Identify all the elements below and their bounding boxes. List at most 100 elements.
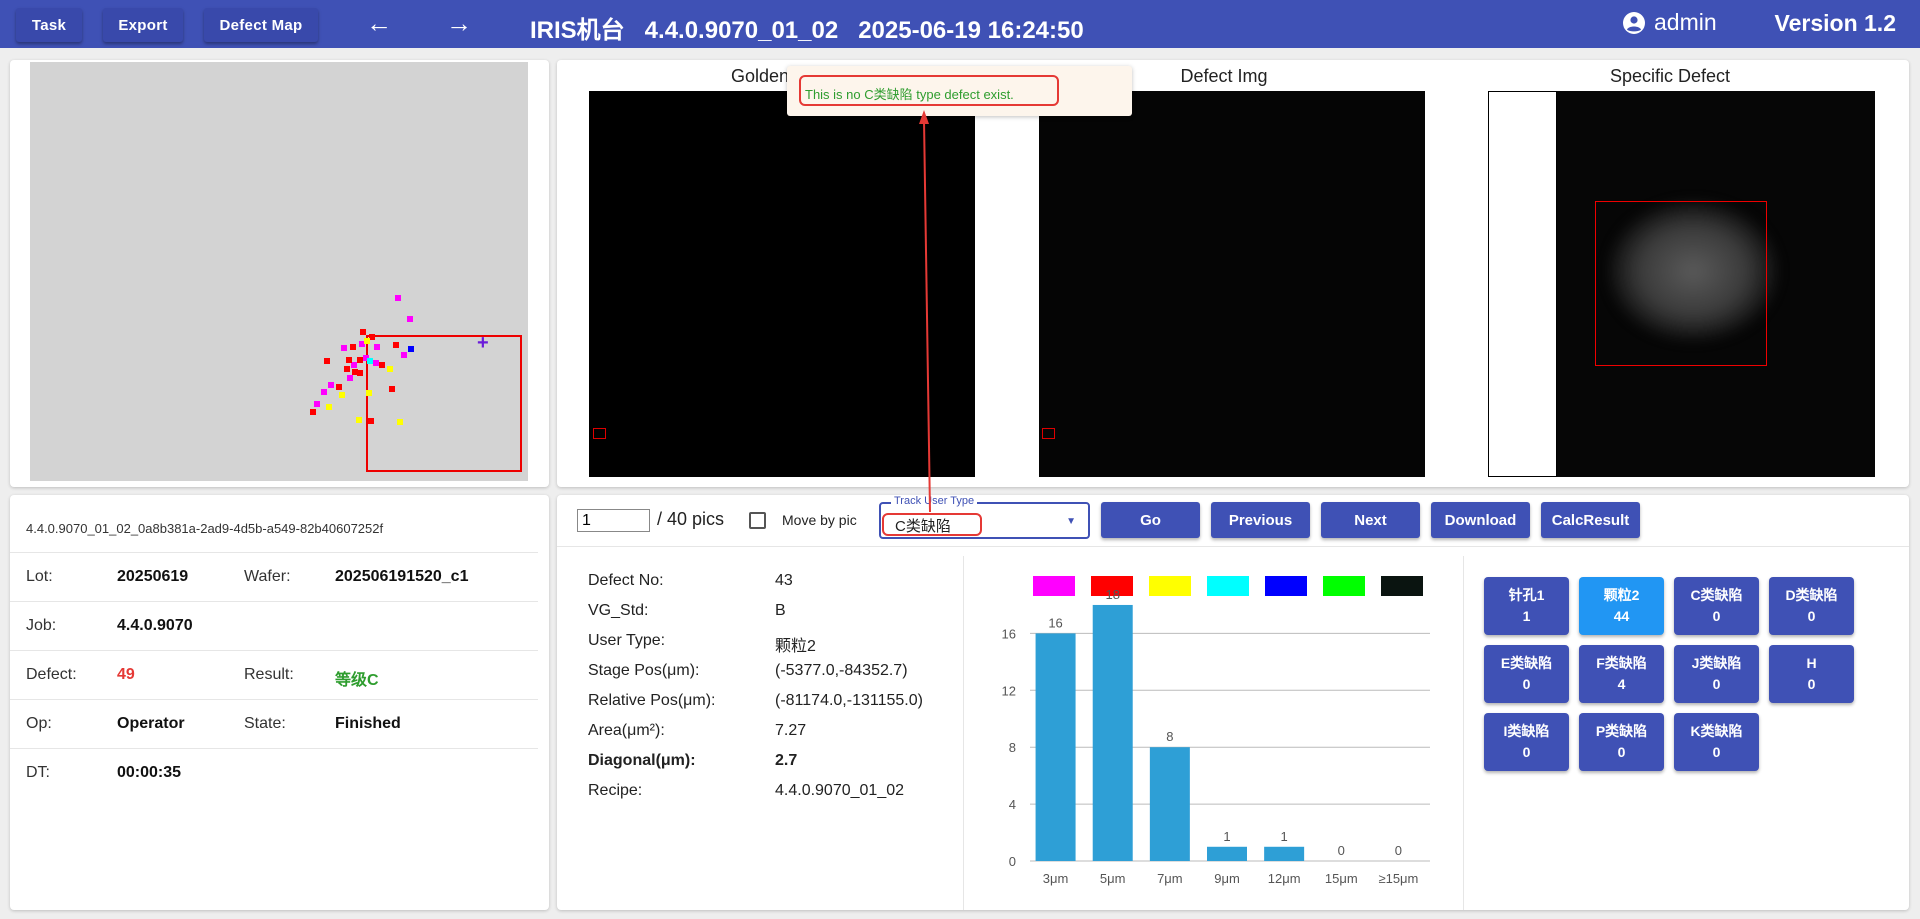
bar-value-label: 16: [1048, 615, 1062, 630]
y-tick-label: 12: [1002, 683, 1016, 698]
defect-type-button[interactable]: I类缺陷 0: [1484, 713, 1569, 771]
relative-pos-value: (-81174.0,-131155.0): [775, 692, 923, 709]
defect-type-button[interactable]: D类缺陷 0: [1769, 577, 1854, 635]
defect-type-count: 0: [1522, 676, 1531, 692]
defect-image: [1039, 91, 1425, 477]
lot-label: Lot:: [26, 568, 53, 585]
defect-dot: [364, 338, 370, 344]
bar-value-label: 18: [1105, 587, 1119, 602]
recipe-label: Recipe:: [588, 782, 643, 799]
defect-no-value: 43: [775, 572, 793, 589]
info-row-op: Op: Operator State: Finished: [10, 699, 538, 748]
defect-type-name: P类缺陷: [1595, 723, 1648, 739]
defect-dot: [339, 392, 345, 398]
defect-dot: [350, 344, 356, 350]
defect-dot: [326, 404, 332, 410]
job-label: Job:: [26, 617, 57, 634]
defect-type-name: C类缺陷: [1690, 587, 1743, 603]
defect-image-title: Defect Img: [1180, 66, 1268, 86]
defect-type-button[interactable]: J类缺陷 0: [1674, 645, 1759, 703]
move-by-pic-checkbox[interactable]: [749, 512, 766, 529]
wafer-map[interactable]: +: [30, 62, 528, 481]
previous-button[interactable]: Previous: [1211, 502, 1310, 538]
defect-marker: [1042, 428, 1055, 439]
bar-value-label: 8: [1166, 729, 1173, 744]
diagonal-value: 2.7: [775, 752, 798, 769]
page-title: IRIS机台 4.4.0.9070_01_02 2025-06-19 16:24…: [530, 17, 1084, 44]
divider: [557, 546, 1909, 547]
stage-pos-label: Stage Pos(μm):: [588, 662, 700, 679]
bar-value-label: 1: [1281, 829, 1288, 844]
defect-type-button[interactable]: 颗粒2 44: [1579, 577, 1664, 635]
defect-size-bar-chart: 0 4 8 12 16 16 3μm 18 5μm 8 7μm 1 9μm 1 12μm 0 15μm 0 ≥15μ…: [1002, 587, 1430, 886]
y-tick-label: 16: [1002, 626, 1016, 641]
go-button[interactable]: Go: [1101, 502, 1200, 538]
next-button[interactable]: Next: [1321, 502, 1420, 538]
bar-value-label: 1: [1223, 829, 1230, 844]
defect-dot: [356, 417, 362, 423]
x-tick-label: 15μm: [1325, 871, 1358, 886]
defect-type-name: 针孔1: [1508, 587, 1545, 603]
user-menu[interactable]: admin: [1622, 9, 1717, 36]
info-row-dt: DT: 00:00:35: [10, 748, 538, 797]
defect-dot: [341, 345, 347, 351]
defect-type-name: J类缺陷: [1691, 655, 1742, 671]
defect-type-count: 0: [1712, 608, 1721, 624]
defect-type-button[interactable]: P类缺陷 0: [1579, 713, 1664, 771]
op-label: Op:: [26, 715, 52, 732]
calc-result-button[interactable]: CalcResult: [1541, 502, 1640, 538]
wafer-zoom-region[interactable]: [366, 335, 522, 472]
defect-type-count: 0: [1807, 608, 1816, 624]
download-button[interactable]: Download: [1431, 502, 1530, 538]
defect-type-name: H: [1806, 655, 1817, 671]
arrow-left-icon[interactable]: ←: [366, 10, 392, 36]
defect-type-button[interactable]: F类缺陷 4: [1579, 645, 1664, 703]
defect-dot: [347, 375, 353, 381]
bar: [1035, 633, 1076, 861]
defect-type-button[interactable]: E类缺陷 0: [1484, 645, 1569, 703]
x-tick-label: 9μm: [1214, 871, 1240, 886]
version-label: Version 1.2: [1774, 10, 1896, 36]
export-button[interactable]: Export: [103, 8, 183, 42]
wafer-uuid: 4.4.0.9070_01_02_0a8b381a-2ad9-4d5b-a549…: [26, 521, 384, 536]
divider: [1463, 556, 1464, 910]
defect-type-count: 0: [1522, 744, 1531, 760]
defect-type-name: 颗粒2: [1603, 587, 1640, 603]
y-tick-label: 0: [1009, 854, 1016, 869]
arrow-right-icon[interactable]: →: [446, 10, 472, 36]
defect-map-button[interactable]: Defect Map: [204, 8, 318, 42]
info-row-defect: Defect: 49 Result: 等级C: [10, 650, 538, 699]
lot-value: 20250619: [117, 568, 189, 585]
op-value: Operator: [117, 715, 185, 732]
defect-dot: [360, 329, 366, 335]
defect-type-name: K类缺陷: [1690, 723, 1743, 739]
caret-down-icon: ▼: [1066, 516, 1076, 527]
user-type-label: User Type:: [588, 632, 666, 649]
defect-dot: [393, 342, 399, 348]
defect-dot: [314, 401, 320, 407]
page-number-input[interactable]: [577, 509, 650, 532]
dt-value: 00:00:35: [117, 764, 182, 781]
defect-type-button[interactable]: H0: [1769, 645, 1854, 703]
bar: [1264, 846, 1305, 861]
vg-std-value: B: [775, 602, 786, 619]
task-button[interactable]: Task: [16, 8, 82, 42]
defect-dot: [374, 344, 380, 350]
area-label: Area(μm²):: [588, 722, 665, 739]
defect-type-button[interactable]: 针孔1 1: [1484, 577, 1569, 635]
job-value: 4.4.0.9070: [117, 617, 193, 634]
defect-type-count: 44: [1613, 608, 1630, 624]
defect-label: Defect:: [26, 666, 77, 683]
defect-no-label: Defect No:: [588, 572, 664, 589]
defect-type-button[interactable]: K类缺陷 0: [1674, 713, 1759, 771]
x-tick-label: ≥15μm: [1378, 871, 1418, 886]
relative-pos-label: Relative Pos(μm):: [588, 692, 716, 709]
bar-value-label: 0: [1395, 843, 1402, 858]
result-label: Result:: [244, 666, 294, 683]
defect-type-count: 0: [1712, 744, 1721, 760]
defect-type-button[interactable]: C类缺陷 0: [1674, 577, 1759, 635]
diagonal-label: Diagonal(μm):: [588, 752, 696, 769]
defect-dot: [328, 382, 334, 388]
defect-dot: [389, 386, 395, 392]
defect-dot: [407, 316, 413, 322]
